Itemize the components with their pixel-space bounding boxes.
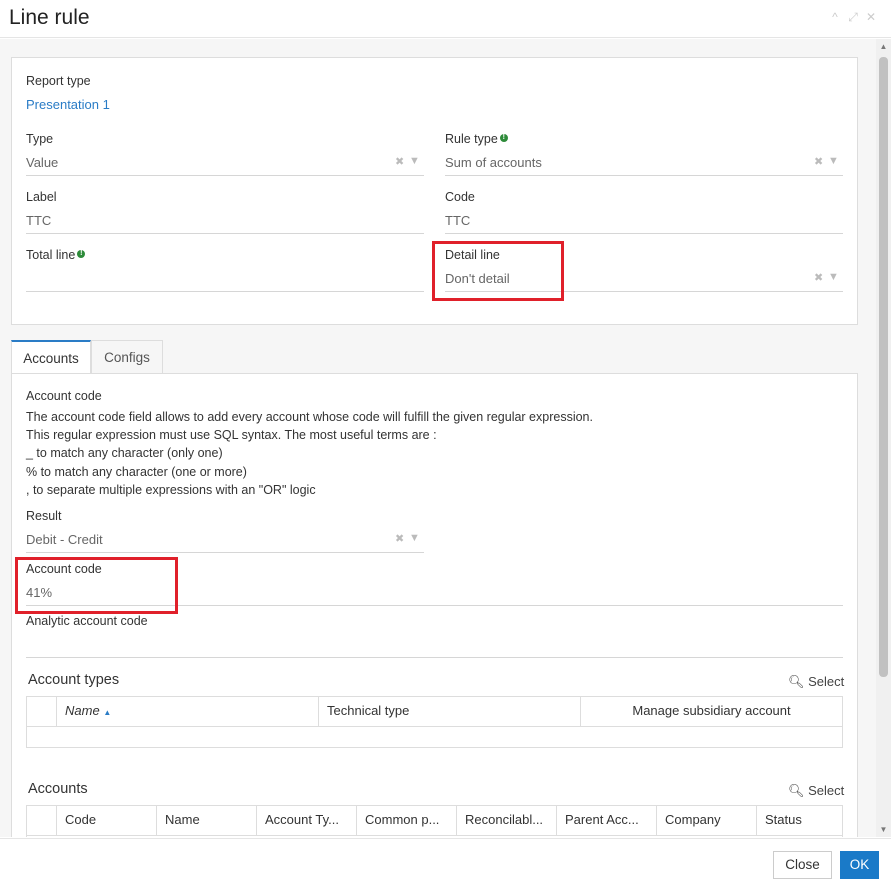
grid-header-row: Code Name Account Ty... Common p... Reco… (27, 806, 842, 836)
search-icon: 🔍︎ (788, 674, 805, 689)
accounts-title: Accounts (28, 781, 88, 797)
clear-icon[interactable]: ✖ (395, 532, 404, 545)
expand-icon[interactable]: ⤢ (847, 10, 859, 25)
result-label: Result (26, 509, 62, 523)
info-icon[interactable]: ! (77, 250, 86, 258)
column-header-parent-account[interactable]: Parent Acc... (556, 806, 656, 835)
line-rule-form: Report type Presentation 1 Type Value ✖ … (11, 57, 858, 325)
ok-button[interactable]: OK (840, 851, 879, 879)
rule-type-underline (445, 175, 843, 176)
accounts-select-button[interactable]: 🔍︎ Select (788, 783, 844, 799)
result-select[interactable]: Debit - Credit (26, 532, 103, 547)
scroll-up-arrow-icon[interactable]: ▲ (879, 42, 888, 51)
chevron-down-icon[interactable]: ▼ (828, 271, 839, 283)
account-code-heading: Account code (26, 389, 102, 403)
account-types-select-button[interactable]: 🔍︎ Select (788, 674, 844, 690)
help-line: The account code field allows to add eve… (26, 410, 593, 424)
column-header-account-type[interactable]: Account Ty... (256, 806, 356, 835)
account-code-highlight (15, 557, 178, 614)
analytic-account-code-underline (26, 657, 843, 658)
code-underline (445, 233, 843, 234)
clear-icon[interactable]: ✖ (814, 271, 823, 284)
chevron-down-icon[interactable]: ▼ (409, 532, 420, 544)
clear-icon[interactable]: ✖ (814, 155, 823, 168)
dialog-footer: Close OK (0, 838, 891, 887)
column-header-technical-type[interactable]: Technical type (318, 697, 580, 726)
scrollbar-thumb[interactable] (879, 57, 888, 677)
collapse-icon[interactable]: ^ (829, 10, 841, 25)
code-input[interactable]: TTC (445, 213, 470, 228)
search-icon: 🔍︎ (788, 783, 805, 798)
dialog-header: Line rule ^ ⤢ ✕ (0, 0, 891, 38)
close-icon[interactable]: ✕ (865, 10, 877, 25)
account-types-grid: Name ▲ Technical type Manage subsidiary … (26, 696, 843, 748)
label-underline (26, 233, 424, 234)
report-type-link[interactable]: Presentation 1 (26, 97, 110, 112)
row-select-column[interactable] (26, 697, 56, 726)
column-header-name[interactable]: Name (156, 806, 256, 835)
accounts-tab-panel: Account code The account code field allo… (11, 373, 858, 837)
column-header-company[interactable]: Company (656, 806, 756, 835)
total-line-label: Total line! (26, 248, 86, 262)
rule-type-label: Rule type! (445, 132, 508, 146)
column-header-label: Name (65, 703, 100, 718)
label-label: Label (26, 190, 57, 204)
type-label: Type (26, 132, 54, 146)
column-header-status[interactable]: Status (756, 806, 843, 835)
total-line-underline (26, 291, 424, 292)
type-underline (26, 175, 424, 176)
column-header-manage-subsidiary[interactable]: Manage subsidiary account (580, 697, 842, 726)
help-line: This regular expression must use SQL syn… (26, 428, 437, 443)
help-line: , to separate multiple expressions with … (26, 482, 316, 497)
accounts-grid: Code Name Account Ty... Common p... Reco… (26, 805, 843, 837)
help-line: % to match any character (one or more) (26, 464, 247, 479)
clear-icon[interactable]: ✖ (395, 155, 404, 168)
code-label: Code (445, 190, 475, 204)
select-label: Select (808, 783, 845, 798)
column-header-code[interactable]: Code (56, 806, 156, 835)
column-header-common-position[interactable]: Common p... (356, 806, 456, 835)
tab-accounts[interactable]: Accounts (11, 340, 91, 375)
analytic-account-code-label: Analytic account code (26, 614, 148, 628)
chevron-down-icon[interactable]: ▼ (828, 155, 839, 167)
dialog-body: Report type Presentation 1 Type Value ✖ … (0, 39, 876, 837)
grid-header-row: Name ▲ Technical type Manage subsidiary … (27, 697, 842, 727)
detail-line-highlight (432, 241, 564, 301)
select-label: Select (808, 674, 845, 689)
type-select[interactable]: Value (26, 155, 58, 170)
close-button[interactable]: Close (773, 851, 832, 879)
result-underline (26, 552, 424, 553)
chevron-down-icon[interactable]: ▼ (409, 155, 420, 167)
column-header-reconcilable[interactable]: Reconcilabl... (456, 806, 556, 835)
column-header-name[interactable]: Name ▲ (56, 697, 318, 726)
label-input[interactable]: TTC (26, 213, 51, 228)
rule-type-select[interactable]: Sum of accounts (445, 155, 542, 170)
sort-ascending-icon: ▲ (103, 708, 112, 717)
row-select-column[interactable] (26, 806, 56, 835)
scroll-down-arrow-icon[interactable]: ▼ (879, 825, 888, 834)
tab-configs[interactable]: Configs (91, 340, 163, 374)
window-controls: ^ ⤢ ✕ (829, 10, 877, 25)
report-type-label: Report type (26, 74, 91, 88)
help-line: _ to match any character (only one) (26, 446, 223, 461)
account-code-help: The account code field allows to add eve… (26, 408, 593, 499)
account-types-title: Account types (28, 672, 120, 688)
vertical-scrollbar[interactable]: ▲ ▼ (876, 39, 891, 837)
info-icon[interactable]: ! (499, 134, 508, 142)
dialog-title: Line rule (9, 6, 90, 29)
